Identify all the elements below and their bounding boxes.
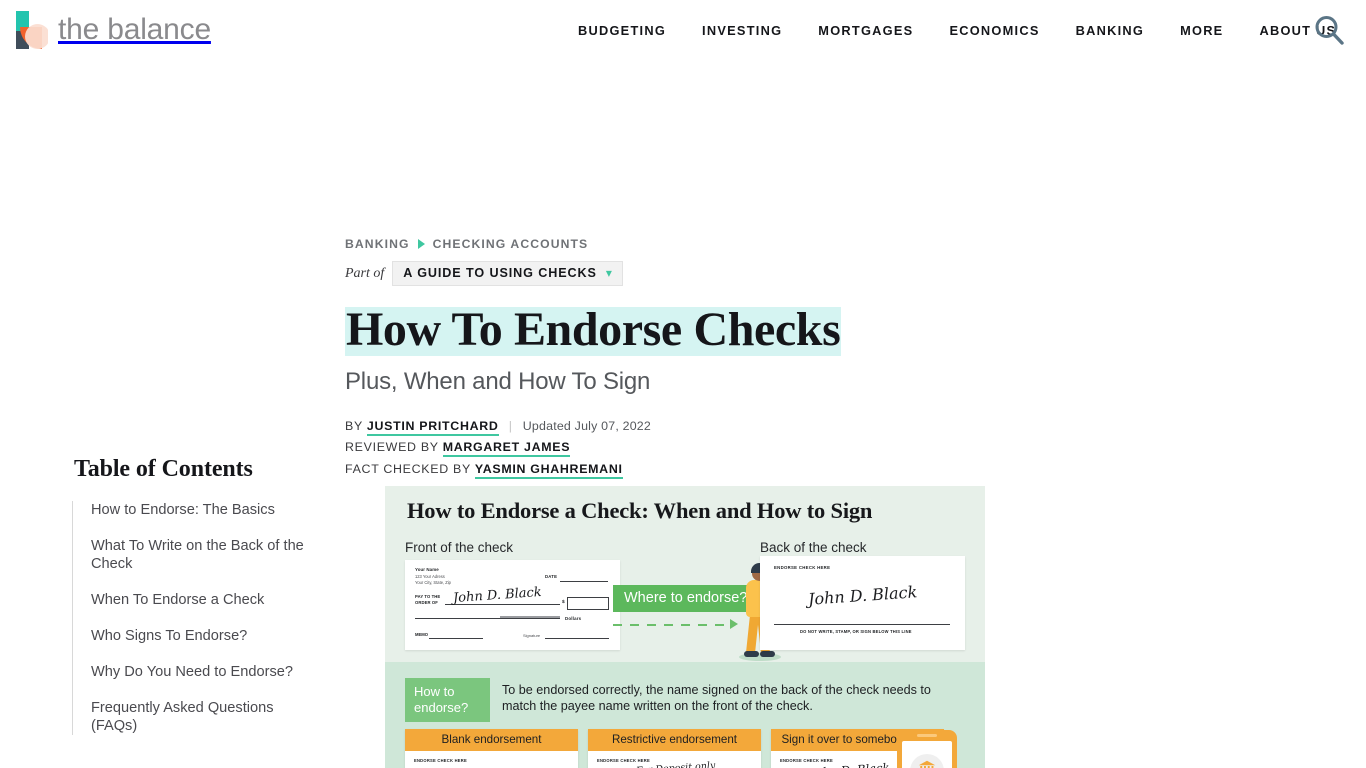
check-amount-words-scribble <box>500 616 560 618</box>
breadcrumb: BANKING CHECKING ACCOUNTS <box>345 236 945 252</box>
part-of-label: Part of <box>345 265 385 281</box>
card-body: ENDORSE CHECK HERE John D. Black DO NOT … <box>405 751 578 768</box>
nav-item-economics[interactable]: ECONOMICS <box>931 23 1057 38</box>
front-of-check-label: Front of the check <box>405 540 514 555</box>
toc-link-basics[interactable]: How to Endorse: The Basics <box>91 501 312 519</box>
part-of-row: Part of A GUIDE TO USING CHECKS ▾ <box>345 261 945 286</box>
list-item: Who Signs To Endorse? <box>91 627 312 645</box>
check-date-line <box>560 581 608 582</box>
check-front-illustration: Your Name 123 Your Adress Your City, Sta… <box>405 560 620 650</box>
series-dropdown[interactable]: A GUIDE TO USING CHECKS ▾ <box>392 261 623 286</box>
check-payer-address: 123 Your Adress Your City, State, Zip <box>415 573 451 585</box>
check-back-signature: John D. Black <box>807 582 918 609</box>
byline-updated-date: Updated July 07, 2022 <box>522 418 651 433</box>
byline-reviewed-label: REVIEWED BY <box>345 440 439 455</box>
card-title: Blank endorsement <box>405 729 578 751</box>
check-payer-name: Your Name <box>415 567 439 572</box>
main-navigation: BUDGETING INVESTING MORTGAGES ECONOMICS … <box>560 0 1354 60</box>
check-dollars-label: Dollars <box>565 616 582 621</box>
how-to-endorse-text: To be endorsed correctly, the name signe… <box>502 683 931 713</box>
infographic-title: How to Endorse a Check: When and How to … <box>407 498 873 523</box>
toc-link-who-signs[interactable]: Who Signs To Endorse? <box>91 627 312 645</box>
nav-item-budgeting[interactable]: BUDGETING <box>560 23 684 38</box>
check-date-label: DATE <box>545 574 558 579</box>
check-back-rule <box>774 624 950 625</box>
card-endorse-here-label: ENDORSE CHECK HERE <box>780 758 833 763</box>
byline: BY JUSTIN PRITCHARD | Updated July 07, 2… <box>345 416 945 481</box>
endorse-check-infographic: How to Endorse a Check: When and How to … <box>385 486 985 768</box>
check-back-warning: DO NOT WRITE, STAMP, OR SIGN BELOW THIS … <box>800 629 912 634</box>
page-title-text: How To Endorse Checks <box>345 303 842 356</box>
check-pay-to-label: PAY TO THE ORDER OF <box>415 594 441 605</box>
check-dollar-symbol: $ <box>562 600 565 605</box>
list-item: When To Endorse a Check <box>91 591 312 609</box>
search-icon[interactable] <box>1310 11 1348 49</box>
how-to-endorse-strip: How to endorse? To be endorsed correctly… <box>405 678 957 722</box>
series-dropdown-value: A GUIDE TO USING CHECKS <box>403 266 597 280</box>
byline-reviewer-link[interactable]: MARGARET JAMES <box>442 440 571 458</box>
site-logo[interactable]: the balance <box>14 8 211 52</box>
triangle-right-icon <box>417 239 425 249</box>
card-endorse-here-label: ENDORSE CHECK HERE <box>414 758 467 763</box>
toc-link-what-to-write[interactable]: What To Write on the Back of the Check <box>91 537 312 573</box>
how-to-endorse-badge: How to endorse? <box>405 678 490 722</box>
page-body: Table of Contents How to Endorse: The Ba… <box>0 60 1366 768</box>
byline-fact-checker-link[interactable]: YASMIN GHAHREMANI <box>474 461 623 479</box>
nav-item-more[interactable]: MORE <box>1162 23 1241 38</box>
phone-bank-app-illustration: bank's app <box>897 730 957 768</box>
balance-logo-mark-icon <box>14 9 48 51</box>
check-signature-label: Signature <box>523 633 541 638</box>
card-body: ENDORSE CHECK HERE For Deposit only John… <box>588 751 761 768</box>
bank-icon <box>918 760 936 768</box>
card-restrictive-endorsement: Restrictive endorsement ENDORSE CHECK HE… <box>588 729 761 768</box>
nav-item-mortgages[interactable]: MORTGAGES <box>800 23 931 38</box>
site-logo-text: the balance <box>58 13 211 46</box>
check-back-illustration: ENDORSE CHECK HERE John D. Black DO NOT … <box>760 556 965 650</box>
site-header: the balance BUDGETING INVESTING MORTGAGE… <box>0 0 1366 60</box>
byline-by-label: BY <box>345 418 363 433</box>
card-blank-endorsement: Blank endorsement ENDORSE CHECK HERE Joh… <box>405 729 578 768</box>
chevron-down-icon: ▾ <box>605 266 612 280</box>
byline-reviewer-row: REVIEWED BY MARGARET JAMES <box>345 437 945 459</box>
check-memo-label: MEMO <box>415 632 429 637</box>
check-signature-line <box>545 638 609 639</box>
list-item: Frequently Asked Questions (FAQs) <box>91 699 312 735</box>
toc-link-when-to-endorse[interactable]: When To Endorse a Check <box>91 591 312 609</box>
check-back-endorse-here-label: ENDORSE CHECK HERE <box>774 565 831 570</box>
nav-item-banking[interactable]: BANKING <box>1058 23 1162 38</box>
table-of-contents: Table of Contents How to Endorse: The Ba… <box>72 456 312 753</box>
byline-fact-checked-label: FACT CHECKED BY <box>345 461 471 476</box>
card-title: Restrictive endorsement <box>588 729 761 751</box>
breadcrumb-checking-accounts[interactable]: CHECKING ACCOUNTS <box>433 237 589 251</box>
article-header: BANKING CHECKING ACCOUNTS Part of A GUID… <box>345 60 945 480</box>
check-amount-words-line <box>415 618 560 619</box>
byline-fact-checker-row: FACT CHECKED BY YASMIN GHAHREMANI <box>345 459 945 481</box>
byline-author-link[interactable]: JUSTIN PRITCHARD <box>366 418 499 436</box>
breadcrumb-banking[interactable]: BANKING <box>345 237 410 251</box>
dashed-arrow-icon <box>613 624 731 626</box>
card-endorse-here-label: ENDORSE CHECK HERE <box>597 758 650 763</box>
check-amount-box <box>567 597 609 610</box>
page-subtitle: Plus, When and How To Sign <box>345 367 651 395</box>
endorsement-type-cards: Blank endorsement ENDORSE CHECK HERE Joh… <box>405 729 944 768</box>
toc-title: Table of Contents <box>74 456 253 482</box>
byline-author-row: BY JUSTIN PRITCHARD | Updated July 07, 2… <box>345 416 945 438</box>
toc-list: How to Endorse: The Basics What To Write… <box>72 501 312 735</box>
list-item: What To Write on the Back of the Check <box>91 537 312 573</box>
check-front-payee-signature: John D. Black <box>452 584 543 607</box>
toc-link-faqs[interactable]: Frequently Asked Questions (FAQs) <box>91 699 312 735</box>
list-item: How to Endorse: The Basics <box>91 501 312 519</box>
page-title: How To Endorse Checks <box>345 303 945 356</box>
check-memo-line <box>429 638 483 639</box>
list-item: Why Do You Need to Endorse? <box>91 663 312 681</box>
nav-item-investing[interactable]: INVESTING <box>684 23 800 38</box>
byline-divider: | <box>508 418 513 433</box>
toc-link-why-endorse[interactable]: Why Do You Need to Endorse? <box>91 663 312 681</box>
